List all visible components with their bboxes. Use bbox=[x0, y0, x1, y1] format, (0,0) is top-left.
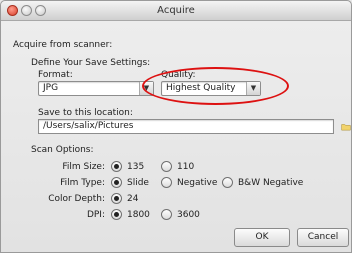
radio-dpi-1800[interactable] bbox=[111, 209, 122, 220]
window-title: Acquire bbox=[157, 5, 195, 16]
format-label: Format: bbox=[38, 70, 73, 80]
cancel-button[interactable]: Cancel bbox=[297, 228, 349, 247]
location-label: Save to this location: bbox=[38, 108, 133, 118]
dpi-1800-label: 1800 bbox=[127, 210, 150, 220]
location-field[interactable]: /Users/salix/Pictures bbox=[38, 119, 334, 134]
dpi-3600-label: 3600 bbox=[177, 210, 200, 220]
color-depth-label: Color Depth: bbox=[48, 194, 105, 204]
title-bar: Acquire bbox=[1, 1, 351, 21]
film-size-110-label: 110 bbox=[177, 162, 195, 172]
radio-film-type-slide[interactable] bbox=[111, 177, 122, 188]
acquire-dialog: Acquire Acquire from scanner: Define You… bbox=[0, 0, 352, 253]
radio-film-type-negative[interactable] bbox=[161, 177, 172, 188]
radio-film-size-110[interactable] bbox=[161, 161, 172, 172]
film-size-label: Film Size: bbox=[62, 162, 105, 172]
film-type-slide-label: Slide bbox=[127, 178, 149, 188]
format-value: JPG bbox=[43, 83, 59, 93]
radio-dpi-3600[interactable] bbox=[161, 209, 172, 220]
film-type-label: Film Type: bbox=[60, 178, 105, 188]
color-depth-24-label: 24 bbox=[127, 194, 139, 204]
scan-options-heading: Scan Options: bbox=[31, 145, 94, 155]
film-type-negative-label: Negative bbox=[177, 178, 218, 188]
radio-color-depth-24[interactable] bbox=[111, 193, 122, 204]
radio-film-size-135[interactable] bbox=[111, 161, 122, 172]
highlight-circle bbox=[142, 67, 289, 105]
format-select[interactable]: JPG ▼ bbox=[38, 81, 154, 96]
folder-icon[interactable] bbox=[341, 121, 351, 133]
radio-film-type-bw-negative[interactable] bbox=[222, 177, 233, 188]
dpi-label: DPI: bbox=[86, 210, 105, 220]
film-type-bw-negative-label: B&W Negative bbox=[238, 178, 304, 188]
save-settings-heading: Define Your Save Settings: bbox=[31, 58, 151, 68]
ok-button[interactable]: OK bbox=[234, 228, 290, 247]
film-size-135-label: 135 bbox=[127, 162, 145, 172]
location-value: /Users/salix/Pictures bbox=[43, 121, 134, 131]
acquire-heading: Acquire from scanner: bbox=[13, 40, 113, 50]
